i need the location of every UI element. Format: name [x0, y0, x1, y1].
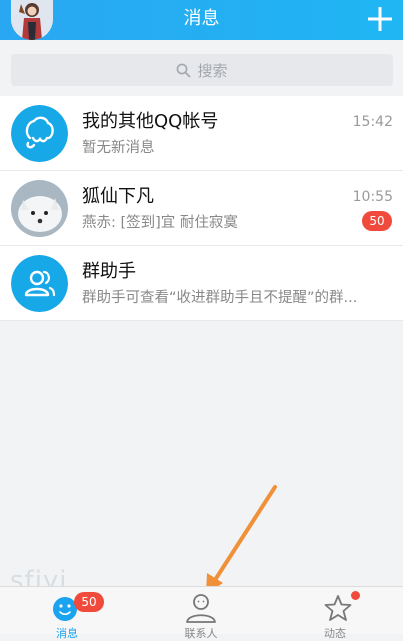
message-penguin-icon — [53, 597, 77, 621]
conversation-name: 群助手 — [82, 261, 136, 282]
conversation-preview: 燕赤: [签到]宜 耐住寂寞 — [82, 215, 238, 231]
header-bar: 消息 — [0, 0, 403, 40]
conversation-time: 10:55 — [352, 189, 393, 205]
search-input[interactable]: 搜索 — [11, 54, 393, 86]
search-area: 搜索 — [0, 40, 403, 96]
tab-label: 联系人 — [184, 627, 218, 640]
white-fox-avatar — [11, 180, 68, 237]
contacts-icon — [186, 594, 216, 623]
tab-feed[interactable]: 动态 — [268, 587, 402, 640]
messages-badge: 50 — [74, 592, 104, 612]
page-title: 消息 — [183, 8, 220, 29]
conversation-name: 我的其他QQ帐号 — [82, 111, 219, 132]
tab-label: 动态 — [324, 627, 346, 640]
star-icon — [324, 595, 352, 621]
bottom-tab-bar: 50 消息 联系人 动态 — [0, 586, 403, 640]
search-icon — [177, 63, 191, 77]
tab-label: 消息 — [56, 627, 78, 640]
unread-badge: 50 — [362, 211, 392, 231]
conversation-item-group-assistant[interactable]: 群助手 群助手可查看“收进群助手且不提醒”的群... — [0, 246, 403, 321]
add-plus-icon[interactable] — [367, 6, 393, 32]
conversation-preview: 暂无新消息 — [82, 140, 155, 156]
conversation-list: 我的其他QQ帐号 暂无新消息 15:42 狐仙下凡 燕赤: [签到]宜 耐住寂寞… — [0, 96, 403, 321]
qq-account-icon — [11, 105, 68, 162]
conversation-item-other-accounts[interactable]: 我的其他QQ帐号 暂无新消息 15:42 — [0, 96, 403, 171]
tab-messages[interactable]: 50 消息 — [0, 587, 134, 640]
conversation-name: 狐仙下凡 — [82, 186, 154, 207]
feed-new-dot — [351, 591, 360, 600]
conversation-time: 15:42 — [352, 114, 393, 130]
conversation-preview: 群助手可查看“收进群助手且不提醒”的群... — [82, 290, 358, 306]
conversation-item-huxian[interactable]: 狐仙下凡 燕赤: [签到]宜 耐住寂寞 10:55 50 — [0, 171, 403, 246]
group-assistant-icon — [11, 255, 68, 312]
search-placeholder: 搜索 — [197, 61, 228, 80]
tab-contacts[interactable]: 联系人 — [134, 587, 268, 640]
